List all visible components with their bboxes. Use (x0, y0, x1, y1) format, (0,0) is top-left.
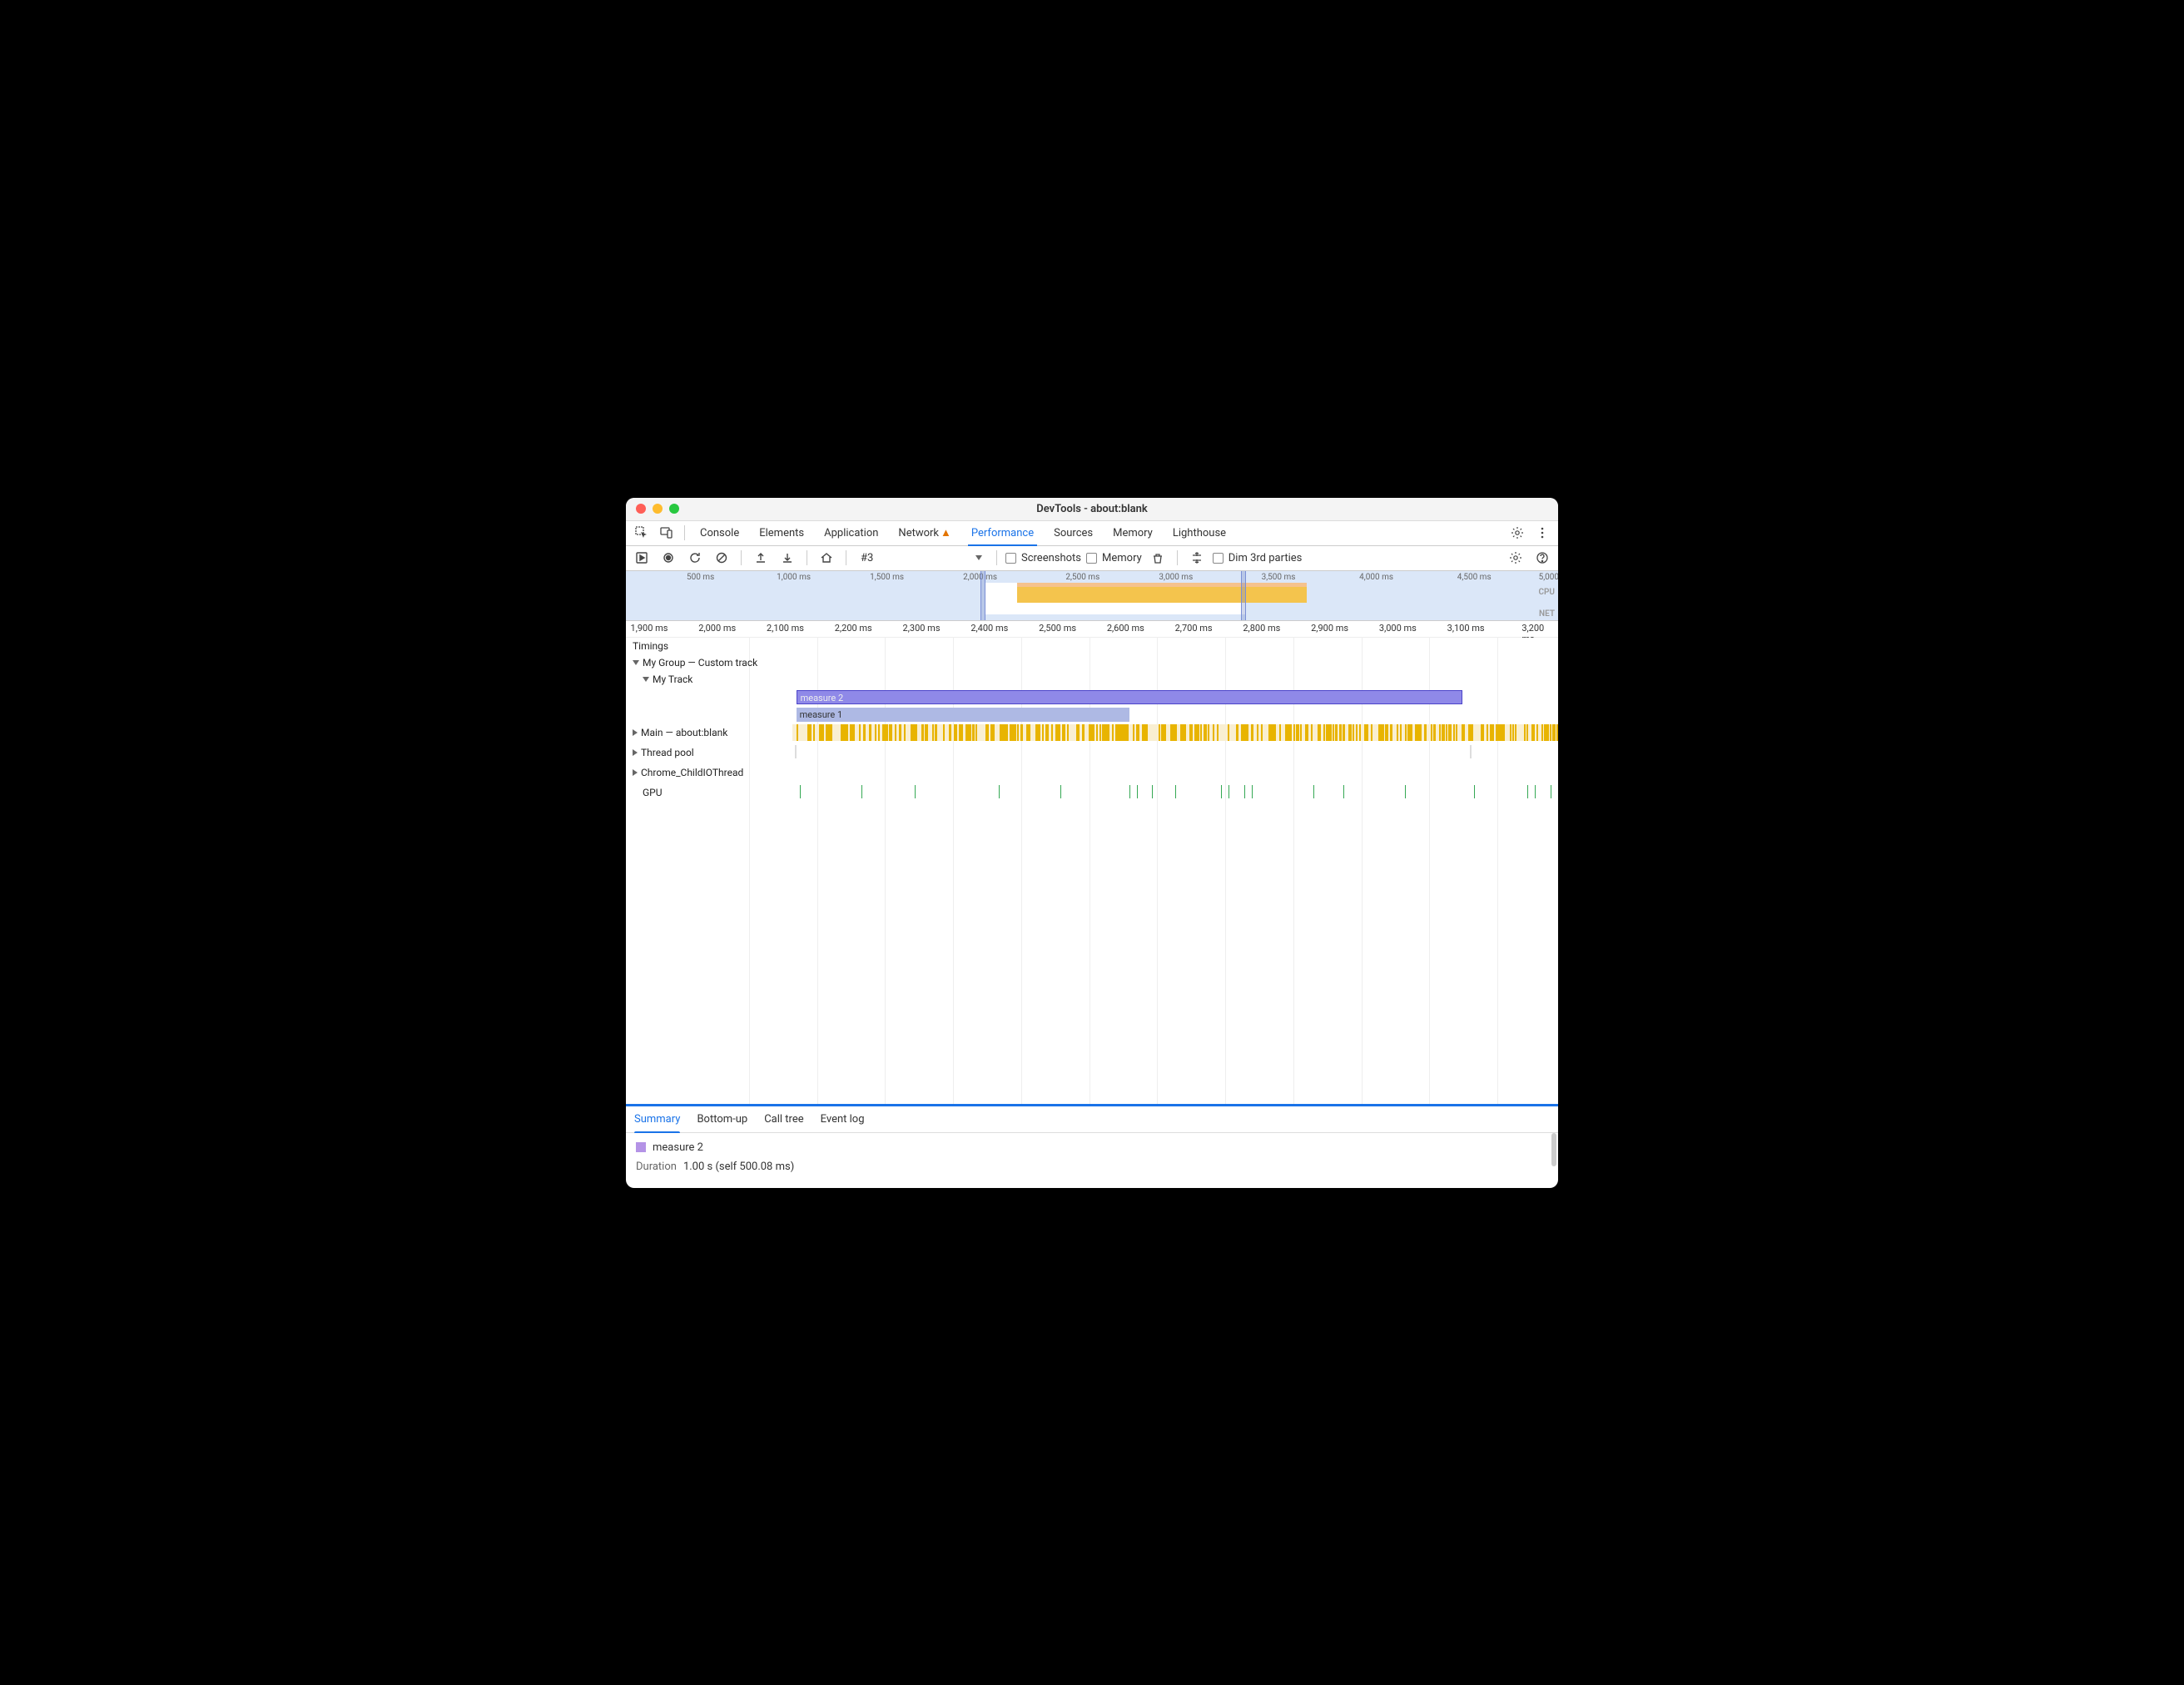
scrollbar[interactable] (1551, 1133, 1556, 1166)
bottom-tab-eventlog[interactable]: Event log (821, 1106, 865, 1132)
separator (996, 550, 997, 565)
checkbox-icon (1005, 553, 1016, 564)
zoom-window-button[interactable] (669, 504, 679, 514)
toggle-record-icon[interactable] (631, 547, 653, 569)
overview-cpu-label: CPU (1538, 588, 1555, 597)
gc-icon[interactable] (1147, 547, 1169, 569)
tab-memory[interactable]: Memory (1104, 521, 1161, 545)
tab-sources[interactable]: Sources (1045, 521, 1101, 545)
tab-network[interactable]: Network▲ (890, 521, 959, 545)
window-title: DevTools - about:blank (626, 503, 1558, 515)
titlebar: DevTools - about:blank (626, 498, 1558, 521)
checkbox-icon (1213, 553, 1224, 564)
track-gpu[interactable]: GPU (626, 783, 1558, 803)
bottom-tab-calltree[interactable]: Call tree (764, 1106, 803, 1132)
recording-select[interactable]: #3 (855, 549, 988, 567)
flamechart[interactable]: Timings My Group — Custom track My Track… (626, 638, 1558, 1104)
task-marker (1470, 745, 1472, 758)
bottom-tab-bottomup[interactable]: Bottom-up (697, 1106, 747, 1132)
tab-performance[interactable]: Performance (963, 521, 1042, 545)
help-icon[interactable] (1531, 547, 1553, 569)
track-child-io[interactable]: Chrome_ChildIOThread (626, 763, 1558, 783)
bottom-tabs: Summary Bottom-up Call tree Event log (626, 1106, 1558, 1133)
memory-checkbox[interactable]: Memory (1086, 552, 1142, 564)
settings-gear-icon[interactable] (1506, 522, 1528, 544)
bar-measure-1[interactable]: measure 1 (797, 708, 1129, 722)
separator (741, 550, 742, 565)
summary-panel: measure 2 Duration 1.00 s (self 500.08 m… (626, 1133, 1558, 1188)
minimize-window-button[interactable] (653, 504, 663, 514)
record-icon[interactable] (658, 547, 679, 569)
tab-application[interactable]: Application (816, 521, 886, 545)
home-icon[interactable] (816, 547, 837, 569)
tab-lighthouse[interactable]: Lighthouse (1164, 521, 1234, 545)
track-main[interactable]: Main — about:blank (626, 723, 1558, 743)
close-window-button[interactable] (636, 504, 646, 514)
flamechart-bar-measure1[interactable]: measure 1 (626, 705, 1558, 723)
overview-handle-left[interactable] (980, 571, 985, 620)
tab-console[interactable]: Console (692, 521, 747, 545)
flamechart-bar-measure2[interactable]: measure 2 (626, 688, 1558, 705)
dim-3rd-parties-checkbox[interactable]: Dim 3rd parties (1213, 552, 1303, 564)
perf-toolbar: #3 Screenshots Memory Dim 3rd parties (626, 546, 1558, 571)
track-timings[interactable]: Timings (626, 638, 1558, 654)
separator (1177, 550, 1178, 565)
track-group-header[interactable]: My Group — Custom track (626, 654, 1558, 671)
checkbox-icon (1086, 553, 1097, 564)
chevron-down-icon (975, 555, 982, 560)
color-swatch (636, 1142, 646, 1152)
summary-duration-value: 1.00 s (self 500.08 ms) (683, 1161, 794, 1173)
gpu-lane (792, 783, 1558, 803)
overview-cpu-band (1017, 587, 1306, 603)
timeline-ruler[interactable]: 1,900 ms 2,000 ms 2,100 ms 2,200 ms 2,30… (626, 621, 1558, 638)
chevron-down-icon (633, 660, 639, 665)
upload-icon[interactable] (750, 547, 772, 569)
reload-icon[interactable] (684, 547, 706, 569)
devtools-window: DevTools - about:blank Console Elements … (626, 498, 1558, 1188)
separator (684, 525, 685, 540)
track-threadpool[interactable]: Thread pool (626, 743, 1558, 763)
download-icon[interactable] (777, 547, 798, 569)
tab-elements[interactable]: Elements (751, 521, 812, 545)
shortcuts-icon[interactable] (1186, 547, 1208, 569)
panel-tabs: Console Elements Application Network▲ Pe… (626, 521, 1558, 546)
chevron-down-icon (643, 677, 649, 682)
clear-icon[interactable] (711, 547, 732, 569)
overview-handle-right[interactable] (1241, 571, 1246, 620)
more-menu-icon[interactable] (1531, 522, 1553, 544)
window-controls (636, 504, 679, 514)
summary-duration-label: Duration (636, 1161, 677, 1173)
overview-net-label: NET (1539, 609, 1555, 619)
recording-select-value: #3 (861, 552, 873, 564)
chevron-right-icon (633, 749, 638, 756)
summary-event-name: measure 2 (653, 1141, 703, 1154)
capture-settings-gear-icon[interactable] (1505, 547, 1526, 569)
chevron-right-icon (633, 729, 638, 736)
bottom-tab-summary[interactable]: Summary (634, 1106, 680, 1132)
device-toolbar-icon[interactable] (656, 522, 678, 544)
screenshots-checkbox[interactable]: Screenshots (1005, 552, 1081, 564)
chevron-right-icon (633, 769, 638, 776)
inspect-element-icon[interactable] (631, 522, 653, 544)
task-marker (795, 745, 797, 758)
track-mytrack-header[interactable]: My Track (626, 671, 1558, 688)
bar-measure-2[interactable]: measure 2 (797, 690, 1462, 704)
overview-minimap[interactable]: 500 ms 1,000 ms 1,500 ms 2,000 ms 2,500 … (626, 571, 1558, 621)
warning-icon: ▲ (941, 526, 951, 539)
main-thread-lane (792, 724, 1558, 741)
